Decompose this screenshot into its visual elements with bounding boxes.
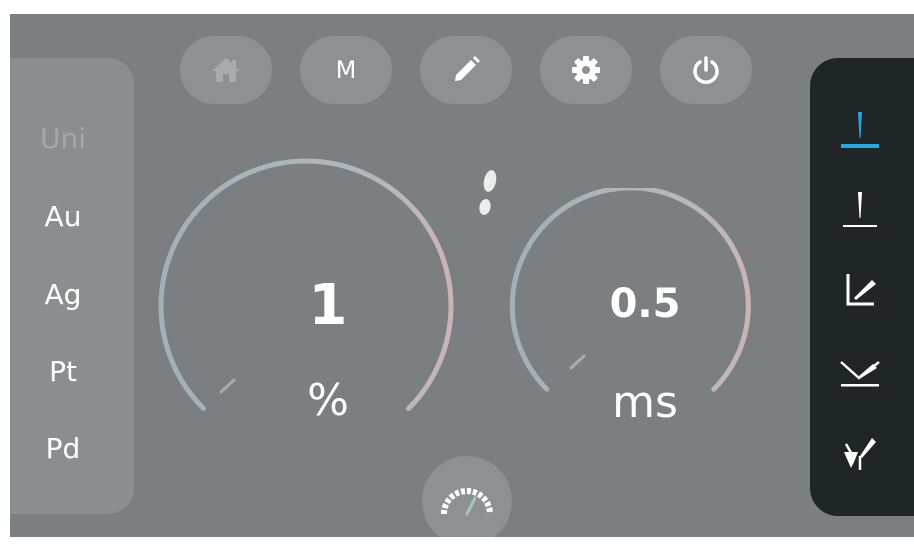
home-button[interactable] (180, 36, 272, 104)
material-item-pt[interactable]: Pt (10, 355, 118, 389)
home-icon (212, 58, 240, 82)
time-gauge-needle (569, 354, 586, 370)
material-item-au[interactable]: Au (10, 200, 118, 234)
point-weld-icon (841, 112, 879, 148)
mode-button-point[interactable] (826, 178, 894, 242)
mode-button-point-selected[interactable] (826, 98, 894, 162)
angled-seam-weld-icon (840, 361, 880, 387)
power-gauge-needle (219, 378, 236, 394)
material-item-ag[interactable]: Ag (10, 278, 118, 312)
time-value: 0.5 (609, 281, 681, 327)
power-unit: % (307, 375, 349, 426)
manual-mode-label: M (335, 56, 357, 84)
mode-button-seam[interactable] (826, 338, 894, 402)
jewel-setting-icon (844, 438, 876, 470)
material-panel: Uni Au Ag Pt Pd (10, 58, 134, 514)
mode-button-setting[interactable] (826, 418, 894, 482)
power-icon (693, 56, 719, 84)
gear-icon (572, 56, 600, 84)
manual-mode-button[interactable]: M (300, 36, 392, 104)
speed-button[interactable] (422, 456, 512, 537)
mode-button-corner[interactable] (826, 258, 894, 322)
pencil-icon (455, 56, 480, 81)
footprint-icon (479, 170, 497, 215)
material-item-uni[interactable]: Uni (10, 122, 118, 156)
edit-button[interactable] (420, 36, 512, 104)
speedometer-icon (441, 488, 493, 516)
power-button[interactable] (660, 36, 752, 104)
time-unit: ms (612, 377, 678, 428)
main-screen: Uni Au Ag Pt Pd M 1 % 0.5 ms (10, 14, 914, 537)
settings-button[interactable] (540, 36, 632, 104)
weld-mode-panel (810, 58, 914, 516)
power-value: 1 (308, 273, 348, 338)
material-item-pd[interactable]: Pd (10, 432, 118, 466)
corner-weld-icon (846, 274, 876, 306)
point-weld-alt-icon (843, 192, 877, 227)
